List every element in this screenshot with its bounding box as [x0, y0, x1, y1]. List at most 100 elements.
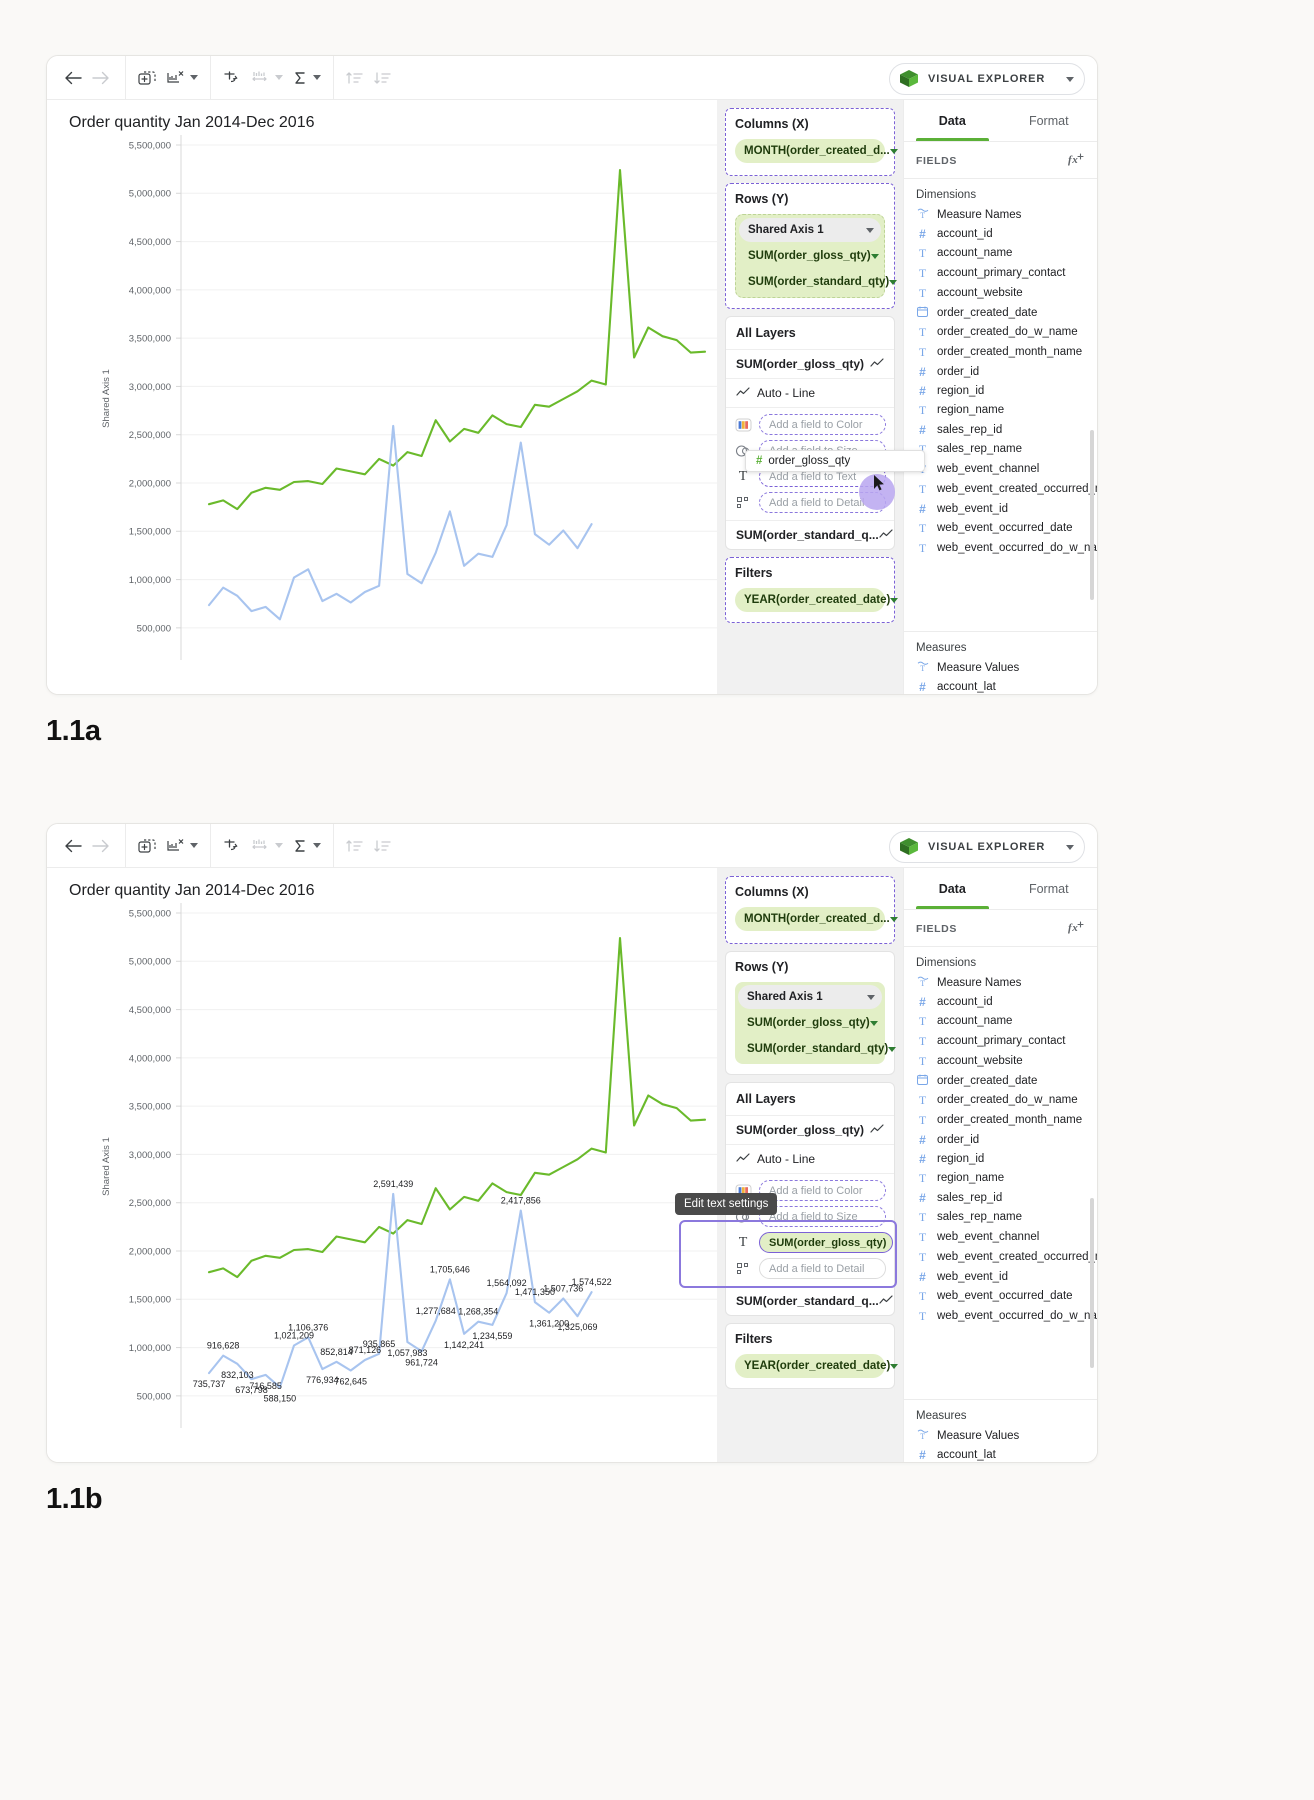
field-item[interactable]: Tweb_event_occurred_date — [904, 518, 1097, 538]
clear-viz-icon[interactable] — [167, 838, 198, 854]
pill-year-order-created-date[interactable]: YEAR(order_created_date) — [735, 588, 899, 612]
swap-axes-icon[interactable] — [223, 70, 241, 86]
pill-sum-order-gloss-qty[interactable]: SUM(order_gloss_qty) — [739, 244, 881, 268]
chevron-down-icon[interactable] — [866, 227, 874, 233]
chevron-down-icon[interactable] — [1066, 844, 1074, 850]
field-item[interactable]: # account_id — [904, 992, 1097, 1011]
field-item[interactable]: Taccount_name — [904, 1011, 1097, 1031]
field-item[interactable]: # web_event_id — [904, 499, 1097, 518]
sort-ascending-icon[interactable] — [346, 70, 364, 86]
add-sheet-icon[interactable] — [138, 838, 157, 854]
field-item[interactable]: Torder_created_month_name — [904, 1110, 1097, 1130]
pill-sum-order-standard-qty[interactable]: SUM(order_standard_qty) — [738, 1037, 897, 1061]
chevron-down-icon[interactable] — [889, 916, 898, 922]
field-item[interactable]: Tsales_rep_name — [904, 1207, 1097, 1227]
filters-shelf[interactable]: Filters YEAR(order_created_date) — [725, 1323, 899, 1389]
field-item[interactable]: Tweb_event_created_occurred_na... — [904, 479, 1097, 499]
field-item[interactable]: T Measure Names — [904, 205, 1097, 224]
field-item[interactable]: # order_id — [904, 362, 1097, 381]
back-arrow-icon[interactable] — [65, 839, 82, 853]
filters-shelf[interactable]: Filters YEAR(order_created_date) — [725, 557, 899, 623]
pill-shared-axis-1[interactable]: Shared Axis 1 — [739, 218, 881, 242]
field-item[interactable]: # order_id — [904, 1130, 1097, 1149]
chevron-down-icon[interactable] — [867, 994, 875, 1000]
field-item[interactable]: order_created_date — [904, 1071, 1097, 1090]
mark-type-selector[interactable]: Auto - Line — [726, 1144, 894, 1173]
field-item[interactable]: # sales_rep_id — [904, 1188, 1097, 1207]
field-item[interactable]: Torder_created_month_name — [904, 342, 1097, 362]
field-item[interactable]: Tsales_rep_name — [904, 439, 1097, 459]
pill-sum-order-standard-qty[interactable]: SUM(order_standard_qty) — [739, 270, 898, 294]
sort-ascending-icon[interactable] — [346, 838, 364, 854]
field-item[interactable]: Tweb_event_occurred_date — [904, 1286, 1097, 1306]
pill-month-order-created-date[interactable]: MONTH(order_created_d... — [735, 139, 898, 163]
layer-2-header[interactable]: SUM(order_standard_q... — [726, 1286, 894, 1315]
field-item[interactable]: # region_id — [904, 1149, 1097, 1168]
layer-2-header[interactable]: SUM(order_standard_q... — [726, 520, 894, 549]
fx-plus-icon[interactable]: fx — [1068, 920, 1085, 937]
tab-format[interactable]: Format — [1001, 868, 1098, 909]
fields-scrollbar-b[interactable] — [1090, 1198, 1094, 1368]
field-item[interactable]: Taccount_primary_contact — [904, 1031, 1097, 1051]
layer-1-header[interactable]: SUM(order_gloss_qty) — [726, 349, 894, 378]
field-item[interactable]: Taccount_website — [904, 283, 1097, 303]
layer-1-header[interactable]: SUM(order_gloss_qty) — [726, 1115, 894, 1144]
pill-year-order-created-date[interactable]: YEAR(order_created_date) — [735, 1354, 899, 1378]
field-item[interactable]: Tweb_event_channel — [904, 1227, 1097, 1247]
chart-type-icon[interactable] — [251, 838, 283, 854]
clear-viz-icon[interactable] — [167, 70, 198, 86]
chevron-down-icon[interactable] — [869, 1020, 878, 1026]
field-item[interactable]: Taccount_name — [904, 243, 1097, 263]
field-item[interactable]: T Measure Values — [904, 658, 1097, 677]
field-item[interactable]: # sales_rep_id — [904, 420, 1097, 439]
swap-axes-icon[interactable] — [223, 838, 241, 854]
columns-shelf[interactable]: Columns (X) MONTH(order_created_d... — [725, 876, 898, 944]
rows-shelf[interactable]: Rows (Y) Shared Axis 1 SUM(order_gloss_q… — [725, 951, 897, 1075]
chevron-down-icon[interactable] — [890, 1363, 899, 1369]
field-item[interactable]: Tregion_name — [904, 400, 1097, 420]
add-sheet-icon[interactable] — [138, 70, 157, 86]
fields-list-b[interactable]: Dimensions T Measure Names # account_id Tacc… — [904, 947, 1097, 1399]
chevron-down-icon[interactable] — [890, 597, 899, 603]
visual-explorer-badge-a[interactable]: VISUAL EXPLORER — [889, 63, 1085, 95]
field-item[interactable]: # account_lat — [904, 1445, 1097, 1462]
field-item[interactable]: # account_lat — [904, 677, 1097, 694]
fields-scrollbar-a[interactable] — [1090, 430, 1094, 600]
sort-descending-icon[interactable] — [374, 70, 392, 86]
pill-shared-axis-1[interactable]: Shared Axis 1 — [738, 985, 882, 1009]
pill-sum-order-gloss-qty[interactable]: SUM(order_gloss_qty) — [738, 1011, 882, 1035]
columns-shelf[interactable]: Columns (X) MONTH(order_created_d... — [725, 108, 898, 176]
field-item[interactable]: Taccount_primary_contact — [904, 263, 1097, 283]
field-item[interactable]: Tweb_event_created_occurred_na... — [904, 1247, 1097, 1267]
field-item[interactable]: Tweb_event_channel — [904, 459, 1097, 479]
mark-type-selector[interactable]: Auto - Line — [726, 378, 894, 407]
field-item[interactable]: order_created_date — [904, 303, 1097, 322]
rows-shelf[interactable]: Rows (Y) Shared Axis 1 SUM(order_gloss_q… — [725, 183, 898, 309]
forward-arrow-icon[interactable] — [92, 71, 109, 85]
chart-type-icon[interactable] — [251, 70, 283, 86]
tab-format[interactable]: Format — [1001, 100, 1098, 141]
pill-month-order-created-date[interactable]: MONTH(order_created_d... — [735, 907, 898, 931]
encoding-color[interactable]: Add a field to Color — [734, 414, 886, 435]
field-item[interactable]: # region_id — [904, 381, 1097, 400]
field-item[interactable]: Tweb_event_occurred_do_w_name — [904, 538, 1097, 558]
tab-data[interactable]: Data — [904, 868, 1001, 909]
field-item[interactable]: Torder_created_do_w_name — [904, 1090, 1097, 1110]
field-item[interactable]: Tweb_event_occurred_do_w_name — [904, 1306, 1097, 1326]
sort-descending-icon[interactable] — [374, 838, 392, 854]
tab-data[interactable]: Data — [904, 100, 1001, 141]
forward-arrow-icon[interactable] — [92, 839, 109, 853]
field-item[interactable]: Torder_created_do_w_name — [904, 322, 1097, 342]
chevron-down-icon[interactable] — [888, 1046, 897, 1052]
field-item[interactable]: Tregion_name — [904, 1168, 1097, 1188]
field-item[interactable]: Taccount_website — [904, 1051, 1097, 1071]
totals-sigma-icon[interactable] — [293, 70, 321, 86]
chevron-down-icon[interactable] — [889, 148, 898, 154]
chevron-down-icon[interactable] — [1066, 76, 1074, 82]
visual-explorer-badge-b[interactable]: VISUAL EXPLORER — [889, 831, 1085, 863]
chevron-down-icon[interactable] — [889, 279, 898, 285]
color-drop-target[interactable]: Add a field to Color — [759, 414, 886, 435]
fields-list-a[interactable]: Dimensions T Measure Names # account_id Tacc… — [904, 179, 1097, 631]
field-item[interactable]: # account_id — [904, 224, 1097, 243]
fx-plus-icon[interactable]: fx — [1068, 152, 1085, 169]
